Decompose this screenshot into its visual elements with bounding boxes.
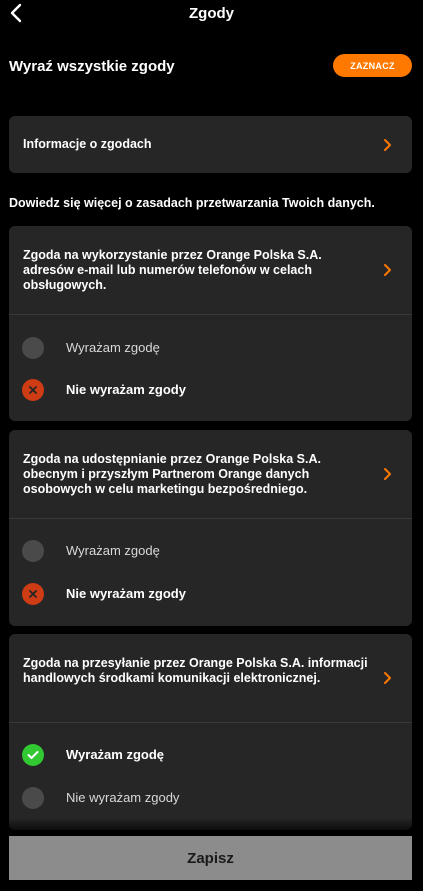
divider xyxy=(9,722,412,723)
divider xyxy=(9,314,412,315)
chevron-right-icon xyxy=(384,139,391,151)
option-label: Nie wyrażam zgody xyxy=(66,790,180,805)
option-label: Wyrażam zgodę xyxy=(66,340,160,355)
divider xyxy=(9,518,412,519)
consent-option-no[interactable]: Nie wyrażam zgody xyxy=(22,581,402,607)
radio-selected-no[interactable] xyxy=(22,583,44,605)
radio-unselected[interactable] xyxy=(22,540,44,562)
consent-text: Zgoda na wykorzystanie przez Orange Pols… xyxy=(23,248,322,292)
scroll-fade xyxy=(0,818,423,836)
radio-unselected[interactable] xyxy=(22,787,44,809)
consent-card: Zgoda na przesyłanie przez Orange Polska… xyxy=(9,634,412,830)
chevron-right-icon xyxy=(384,468,391,480)
option-label: Wyrażam zgodę xyxy=(66,543,160,558)
all-consents-label: Wyraź wszystkie zgody xyxy=(9,58,175,75)
info-card[interactable]: Informacje o zgodach xyxy=(9,116,412,173)
option-label: Nie wyrażam zgody xyxy=(66,586,186,601)
radio-unselected[interactable] xyxy=(22,337,44,359)
x-icon xyxy=(29,590,37,598)
consent-option-yes[interactable]: Wyrażam zgodę xyxy=(22,538,402,564)
consent-text: Zgoda na udostępnianie przez Orange Pols… xyxy=(23,452,321,496)
save-button[interactable]: Zapisz xyxy=(9,836,412,880)
radio-selected-no[interactable] xyxy=(22,379,44,401)
consent-card: Zgoda na udostępnianie przez Orange Pols… xyxy=(9,430,412,626)
consent-option-yes[interactable]: Wyrażam zgodę xyxy=(22,335,402,361)
x-icon xyxy=(29,386,37,394)
consent-card-header[interactable]: Zgoda na przesyłanie przez Orange Polska… xyxy=(9,634,412,722)
consent-text: Zgoda na przesyłanie przez Orange Polska… xyxy=(23,656,368,685)
option-label: Wyrażam zgodę xyxy=(66,747,165,762)
check-icon xyxy=(27,751,39,759)
page-title: Zgody xyxy=(189,5,234,22)
consent-option-yes[interactable]: Wyrażam zgodę xyxy=(22,742,402,768)
consent-card-header[interactable]: Zgoda na wykorzystanie przez Orange Pols… xyxy=(9,226,412,314)
option-label: Nie wyrażam zgody xyxy=(66,382,186,397)
consent-card-header[interactable]: Zgoda na udostępnianie przez Orange Pols… xyxy=(9,430,412,518)
data-processing-info: Dowiedz się więcej o zasadach przetwarza… xyxy=(9,196,375,210)
select-all-button[interactable]: ZAZNACZ xyxy=(333,54,412,77)
radio-selected-yes[interactable] xyxy=(22,744,44,766)
chevron-right-icon xyxy=(384,264,391,276)
info-card-label: Informacje o zgodach xyxy=(23,137,152,151)
consent-card: Zgoda na wykorzystanie przez Orange Pols… xyxy=(9,226,412,421)
header: Zgody xyxy=(0,0,423,30)
consent-option-no[interactable]: Nie wyrażam zgody xyxy=(22,377,402,403)
consent-option-no[interactable]: Nie wyrażam zgody xyxy=(22,785,402,811)
chevron-right-icon xyxy=(384,672,391,684)
